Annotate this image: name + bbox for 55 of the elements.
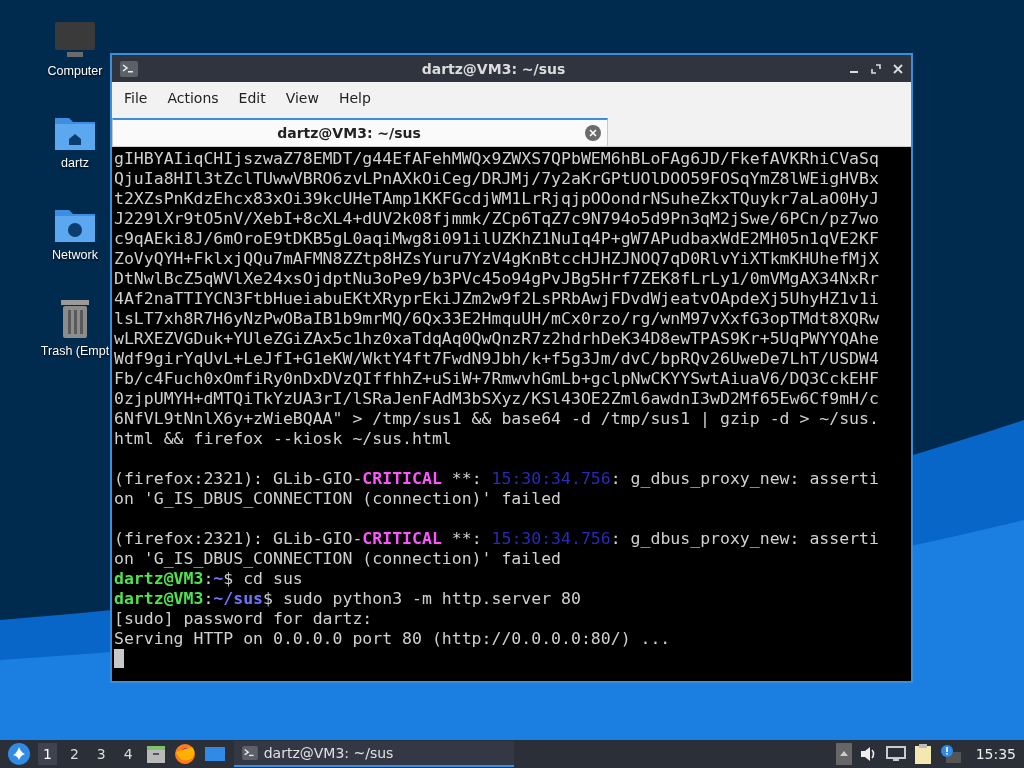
menu-item[interactable]: File	[114, 90, 158, 106]
terminal-line: html && firefox --kiosk ~/sus.html	[114, 429, 452, 449]
terminal-line: lsLT7xh8R7H6yNzPwOBaIB1b9mrMQ/6Qx33E2HmquUH/mCx0rzo/rg/wnM97vXxfG3opTMdt8XQRw	[114, 309, 879, 329]
terminal-tab[interactable]: dartz@VM3: ~/sus	[112, 118, 608, 146]
terminal-icon	[120, 60, 138, 77]
terminal-line: on 'G_IS_DBUS_CONNECTION (connection)' failed	[114, 489, 562, 509]
browser-icon[interactable]	[173, 743, 196, 765]
icon-label[interactable]: dartz	[61, 156, 89, 170]
start-menu-icon[interactable]	[8, 743, 30, 765]
clipboard-icon[interactable]	[913, 743, 932, 765]
icon-label[interactable]: Network	[52, 248, 98, 262]
terminal-line: DtNwlBcZ5qWVlXe24xsOjdptNu3oPe9/b3PVc45o94gPvJBg5Hrf7ZEK8fLrLy1/0mVMgAX34NxRr	[114, 269, 879, 289]
menu-item[interactable]: Actions	[157, 90, 229, 106]
notification-icon[interactable]	[939, 744, 962, 764]
terminal-line: (firefox:2321): GLib-GIO-CRITICAL **: 15:30:34.756: g_dbus_proxy_new: asserti	[114, 469, 879, 489]
terminal-line: Wdf9girYqUvL+LeJfI+G1eKW/WktY4ft7FwdN9Jbh/k+f5g3Jm/dvC/bpRQv26UweDe7LhT/USDW4	[114, 349, 879, 369]
terminal-line: [sudo] password for dartz:	[114, 609, 373, 629]
workspace-button[interactable]: 1	[38, 743, 57, 765]
terminal-line: ZoVyQYH+FklxjQQu7mAFMN8ZZtp8HZsYuru7YzV4gKnBtccHJHZJNOQ7qD0RlvYiXTkmKHUhefMjX	[114, 249, 879, 269]
icon-label[interactable]: Trash (Empt	[40, 344, 110, 358]
terminal-line: c9qAEki8J/6mOroE9tDKB5gL0aqiMwg8i091ilUZKhZ1NuIq4P+gW7APudbaxWdE2MH05n1qVE2KF	[114, 229, 879, 249]
clock[interactable]: 15:35	[975, 746, 1016, 762]
terminal-line: Fb/c4Fuch0xOmfiRy0nDxDVzQIffhhZ+uSiW+7RmwvhGmLb+gclpNwCKYYSwtAiuaV6/DQ3CckEHF	[114, 369, 879, 389]
terminal-line: dartz@VM3:~/sus$ sudo python3 -m http.server 80	[114, 589, 581, 609]
terminal-line: QjuIa8HIl3tZclTUwwVBRO6zvLPnAXkOiCeg/DRJMj/7y2aKrGPtUOlDOO59FOSqYmZ8lWEigHVBx	[114, 169, 879, 189]
monitor-icon[interactable]	[53, 20, 97, 60]
terminal-line: 0zjpUMYH+dMTQiTkYzUA3rI/lSRaJenFAdM3bSXyz/KSl43OE2Zml6awdnI3wD2Mf65Ew6Cf9mH/c	[114, 389, 879, 409]
window-title: dartz@VM3: ~/sus	[420, 60, 567, 77]
terminal-icon	[241, 746, 258, 760]
maximize-icon[interactable]	[871, 63, 881, 74]
tray-expand-icon[interactable]	[835, 743, 852, 765]
terminal-line: gIHBYAIiqCHIjszwaZ78EMDT/g44EfAFehMWQx9ZWXS7QPbWEM6hBLoFAg6JD/FkefAVKRhiCVaSq	[114, 149, 879, 169]
menu-item[interactable]: Help	[328, 90, 381, 106]
workspace-button[interactable]: 2	[64, 743, 84, 765]
close-icon[interactable]	[893, 63, 903, 74]
terminal-line: 6NfVL9tNnlX6y+zWieBQAA" > /tmp/sus1 && base64 -d /tmp/sus1 | gzip -d > ~/sus.	[114, 409, 879, 429]
menu-item[interactable]: View	[275, 90, 329, 106]
text-cursor	[114, 649, 124, 668]
menu-item[interactable]: Edit	[228, 90, 276, 106]
show-desktop-icon[interactable]	[203, 745, 226, 763]
close-tab-icon[interactable]	[585, 125, 601, 141]
taskbar-task[interactable]: dartz@VM3: ~/sus	[233, 741, 514, 767]
network-icon[interactable]	[885, 746, 906, 762]
terminal-line: J229lXr9tO5nV/XebI+8cXL4+dUV2k08fjmmk/ZCp6TqZ7c9N794o5d9Pn3qM2jSwe/6PCn/pz7wo	[114, 209, 879, 229]
workspace-button[interactable]: 3	[91, 743, 111, 765]
terminal-line: (firefox:2321): GLib-GIO-CRITICAL **: 15:30:34.756: g_dbus_proxy_new: asserti	[114, 529, 879, 549]
file-cabinet-icon[interactable]	[145, 744, 166, 764]
terminal-line: Serving HTTP on 0.0.0.0 port 80 (http://0.0.0.0:80/) ...	[114, 629, 671, 649]
terminal-line: dartz@VM3:~$ cd sus	[114, 569, 303, 589]
icon-label[interactable]: Computer	[47, 64, 103, 78]
terminal-line: t2XZsPnKdzEhcx83xOi39kcUHeTAmp1KKFGcdjWM1LrRjqjpOOondrNSuheZkxTQuykr7aLaO0HyJ	[114, 189, 879, 209]
workspace-button[interactable]: 4	[118, 743, 138, 765]
terminal-line: wLRXEZVGDuk+YUleZGiZAx5c1hz0xaTdqAq0QwQnzR7z2hdrhDeK34D8ewTPAS9Kr+5UqPWYYQAhe	[114, 329, 879, 349]
terminal-line: on 'G_IS_DBUS_CONNECTION (connection)' failed	[114, 549, 562, 569]
terminal-line: 4Af2naTTIYCN3FtbHueiabuEKtXRyprEkiJZm2w9f2LsPRbAwjFDvdWjeatvOApdeXj5UhyHZ1v1i	[114, 289, 879, 309]
